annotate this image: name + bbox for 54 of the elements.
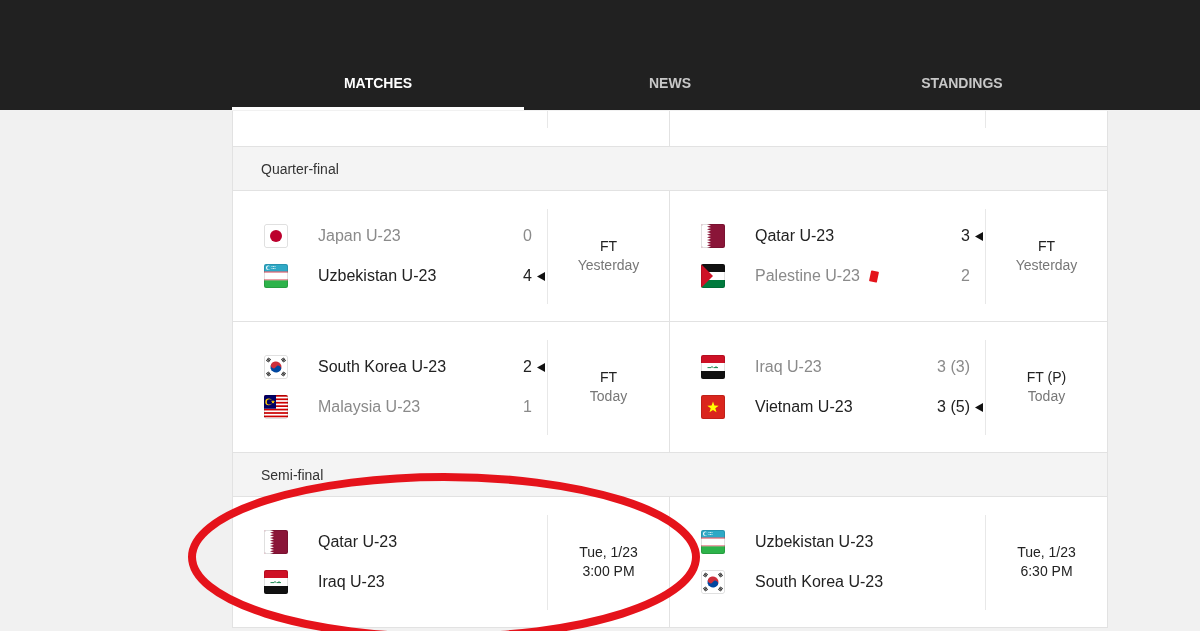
match-date: Tue, 1/23 [1017, 543, 1076, 562]
team-name: Uzbekistan U-23 [755, 533, 874, 551]
team-name: Palestine U-23 [755, 267, 860, 285]
team-name: Iraq U-23 [755, 358, 822, 376]
team-name: Qatar U-23 [318, 533, 398, 551]
match-card[interactable]: Uzbekistan U-23 South Korea U-23 Tue, 1/23 6:30 PM [670, 497, 1107, 627]
japan-flag-icon [264, 224, 288, 248]
section-title: Quarter-final [261, 160, 339, 177]
team-score: 3 (3) [937, 358, 970, 376]
vietnam-flag-icon [701, 395, 725, 419]
match-card[interactable]: South Korea U-23 2 Malaysia U-23 1 FT Today [233, 322, 670, 452]
team-name: Iraq U-23 [318, 573, 385, 591]
qatar-flag-icon [264, 530, 288, 554]
match-card[interactable]: Iraq U-23 3 (3) Vietnam U-23 3 (5) FT (P) Today [670, 322, 1107, 452]
match-day: Yesterday [577, 256, 640, 275]
team-name: Qatar U-23 [755, 227, 835, 245]
match-status: FT (P) [1026, 368, 1067, 387]
team-name: Vietnam U-23 [755, 398, 853, 416]
team-name: Malaysia U-23 [318, 398, 421, 416]
team-score: 3 (5) [937, 398, 970, 416]
match-card[interactable]: Japan U-23 0 Uzbekistan U-23 4 FT Yesterday [233, 191, 670, 321]
iraq-flag-icon [264, 570, 288, 594]
match-time: 3:00 PM [582, 562, 635, 581]
malaysia-flag-icon [264, 395, 288, 419]
match-day: Yesterday [1015, 256, 1078, 275]
team-score: 0 [523, 227, 532, 245]
palestine-flag-icon [701, 264, 725, 288]
match-status: FT [1037, 237, 1056, 256]
match-day: Today [589, 387, 628, 406]
nav-tab[interactable]: STANDINGS [816, 55, 1108, 110]
south-korea-flag-icon [701, 570, 725, 594]
team-score: 4 [523, 267, 532, 285]
team-score: 1 [523, 398, 532, 416]
south-korea-flag-icon [264, 355, 288, 379]
team-score: 2 [523, 358, 532, 376]
match-time: 6:30 PM [1020, 562, 1073, 581]
iraq-flag-icon [701, 355, 725, 379]
match-day: Today [1027, 387, 1066, 406]
nav-tab[interactable]: NEWS [524, 55, 816, 110]
section-title: Semi-final [261, 466, 324, 483]
team-name: Uzbekistan U-23 [318, 267, 437, 285]
team-name: South Korea U-23 [318, 358, 447, 376]
team-score: 2 [961, 267, 970, 285]
match-card[interactable]: Qatar U-23 3 Palestine U-23 2 FT Yesterday [670, 191, 1107, 321]
match-status: FT [599, 237, 618, 256]
qatar-flag-icon [701, 224, 725, 248]
team-score: 3 [961, 227, 970, 245]
match-date: Tue, 1/23 [579, 543, 638, 562]
match-card[interactable]: Qatar U-23 Iraq U-23 Tue, 1/23 3:00 PM [233, 497, 670, 627]
match-status: FT [599, 368, 618, 387]
team-name: South Korea U-23 [755, 573, 884, 591]
uzbekistan-flag-icon [264, 264, 288, 288]
team-name: Japan U-23 [318, 227, 401, 245]
uzbekistan-flag-icon [701, 530, 725, 554]
